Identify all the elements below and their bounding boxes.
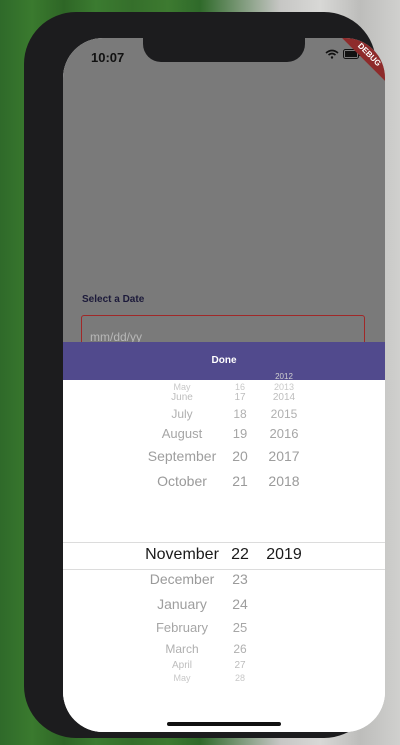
- select-date-label: Select a Date: [82, 294, 145, 305]
- status-time: 10:07: [91, 50, 125, 65]
- picker-toolbar: Done: [63, 342, 385, 380]
- day-option[interactable]: 18: [223, 407, 257, 421]
- year-option[interactable]: 2014: [262, 392, 306, 403]
- year-column[interactable]: 2012 2013 2014 2015 2016 2017 2018 2019: [262, 372, 306, 732]
- phone-frame: 10:07 DEBUG Select a Date mm/dd/yy Done …: [24, 12, 385, 738]
- year-option[interactable]: 2016: [262, 426, 306, 441]
- home-indicator: [167, 722, 281, 726]
- wifi-icon: [325, 48, 339, 62]
- day-option[interactable]: 22: [223, 546, 257, 564]
- day-option[interactable]: 24: [223, 596, 257, 612]
- day-column[interactable]: 16 17 18 19 20 21 22 23 24 25 26 27 28: [223, 380, 257, 732]
- day-option[interactable]: 28: [223, 673, 257, 683]
- app-screen: 10:07 DEBUG Select a Date mm/dd/yy Done …: [63, 38, 385, 732]
- day-option[interactable]: 20: [223, 448, 257, 464]
- year-option[interactable]: 2017: [262, 448, 306, 464]
- year-option[interactable]: 2019: [262, 546, 306, 564]
- modal-overlay[interactable]: 10:07 DEBUG Select a Date mm/dd/yy: [63, 38, 385, 349]
- day-option[interactable]: 17: [223, 392, 257, 403]
- notch: [143, 38, 305, 62]
- year-option[interactable]: 2013: [262, 382, 306, 392]
- day-option[interactable]: 21: [223, 473, 257, 489]
- day-option[interactable]: 23: [223, 571, 257, 587]
- day-option[interactable]: 19: [223, 426, 257, 441]
- year-option[interactable]: 2015: [262, 407, 306, 421]
- done-button[interactable]: Done: [63, 342, 385, 380]
- date-picker[interactable]: May June July August September October Novembe…: [63, 372, 385, 732]
- year-option[interactable]: 2012: [262, 372, 306, 381]
- day-option[interactable]: 16: [223, 382, 257, 392]
- year-option[interactable]: 2018: [262, 473, 306, 489]
- day-option[interactable]: 25: [223, 620, 257, 635]
- day-option[interactable]: 26: [223, 642, 257, 656]
- day-option[interactable]: 27: [223, 660, 257, 671]
